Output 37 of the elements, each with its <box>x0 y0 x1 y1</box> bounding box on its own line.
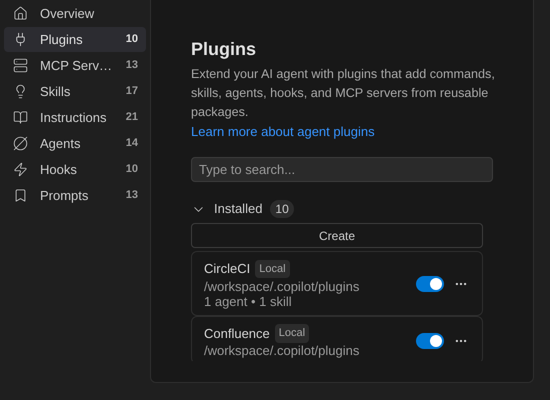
slashed-circle-icon <box>13 136 28 151</box>
sidebar-item[interactable]: Hooks 10 <box>4 157 146 182</box>
house-icon <box>13 6 28 21</box>
page-title: Plugins <box>191 38 258 61</box>
sidebar-item[interactable]: Prompts 13 <box>4 183 146 208</box>
plugin-path: /workspace/.copilot/plugins <box>204 278 360 294</box>
item-count: 13 <box>126 188 138 204</box>
search-field[interactable]: Type to search... <box>191 157 493 182</box>
item-count: 13 <box>126 58 138 74</box>
sidebar-item[interactable]: Agents 14 <box>4 131 146 156</box>
local-tag: Local <box>274 324 310 342</box>
toggle-switch[interactable] <box>416 332 444 349</box>
learn-more-link[interactable]: Learn more about agent plugins <box>191 122 503 141</box>
description: Extend your AI agent with plugins that add commands, skills, agents, hooks, and MCP servers from reusable packages. <box>191 66 496 121</box>
sidebar-item[interactable]: Plugins 10 <box>4 27 146 52</box>
item-count: 17 <box>126 84 138 100</box>
item-count: 10 <box>126 32 138 48</box>
plugin-path: /workspace/.copilot/plugins <box>204 343 360 358</box>
item-count: 14 <box>126 136 138 152</box>
item-count: 10 <box>126 162 138 178</box>
sidebar-item[interactable]: Instructions 21 <box>4 105 146 130</box>
section-label: Installed <box>214 200 262 218</box>
toggle-switch[interactable] <box>416 276 444 292</box>
plugin-summary: 1 agent • 1 skill <box>204 294 292 310</box>
sidebar-item[interactable]: Skills 17 <box>4 79 146 104</box>
create-button[interactable]: Create <box>191 223 483 248</box>
bookmark-icon <box>13 188 28 203</box>
item-count: 21 <box>126 110 138 126</box>
book-icon <box>13 110 28 125</box>
section-count: 10 <box>270 200 294 218</box>
sidebar-item[interactable]: MCP Serv… 13 <box>4 53 146 78</box>
local-tag: Local <box>255 260 290 278</box>
sidebar-item[interactable]: Overview <box>4 1 146 26</box>
plugin-name: CircleCI <box>204 260 250 278</box>
plugin-name: Confluence <box>204 324 270 342</box>
lightning-icon <box>13 162 28 177</box>
server-icon <box>13 58 28 73</box>
